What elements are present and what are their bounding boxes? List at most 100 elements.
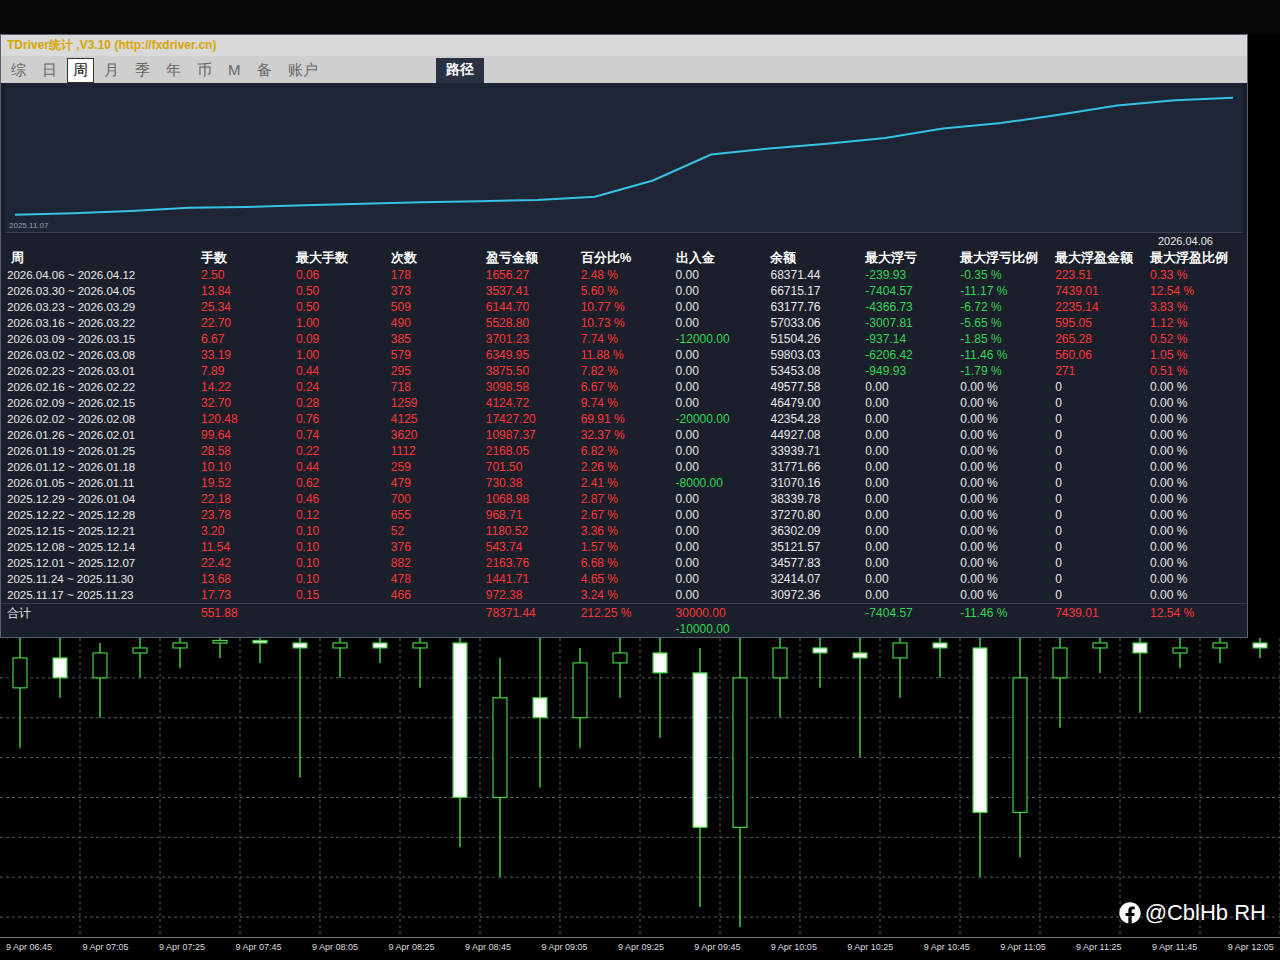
table-cell: 17427.20: [482, 411, 577, 427]
candle-body: [453, 643, 467, 797]
table-row: 2026.01.05 ~ 2026.01.1119.520.62479730.3…: [1, 475, 1247, 491]
equity-chart: 2025.11.07: [5, 83, 1243, 233]
time-label: 9 Apr 09:45: [694, 942, 740, 952]
grid-line: [0, 877, 1280, 878]
table-cell: 0.00: [861, 475, 956, 491]
table-cell: 36302.09: [766, 523, 861, 539]
period-cell: 2026.02.23 ~ 2026.03.01: [7, 363, 197, 379]
table-cell: 0.00: [672, 347, 767, 363]
table-header: 周手数最大手数次数盈亏金额百分比%出入金余额最大浮亏最大浮亏比例最大浮盈金额最大…: [1, 247, 1247, 267]
time-label: 9 Apr 10:25: [847, 942, 893, 952]
tab[interactable]: 账户: [282, 58, 324, 83]
table-cell: 38339.78: [766, 491, 861, 507]
table-cell: 385: [387, 331, 482, 347]
table-cell: 0.00: [672, 283, 767, 299]
statistics-panel: TDriver统计 ,V3.10 (http://fxdriver.cn)综日周…: [0, 34, 1248, 638]
tab[interactable]: 月: [98, 58, 125, 83]
table-cell: 0.15: [292, 587, 387, 603]
table-cell: 1656.27: [482, 267, 577, 283]
candle: [693, 648, 707, 907]
table-cell: -11.17 %: [956, 283, 1051, 299]
tab[interactable]: 综: [5, 58, 32, 83]
table-cell: 0: [1051, 475, 1146, 491]
period-cell: 2026.01.12 ~ 2026.01.18: [7, 459, 197, 475]
table-cell: 30000.00-10000.00: [672, 605, 767, 637]
table-cell: 0.46: [292, 491, 387, 507]
candle-body: [573, 663, 587, 718]
candle-body: [173, 643, 187, 648]
grid-line: [240, 638, 241, 937]
table-cell: 9.74 %: [577, 395, 672, 411]
candle-wick: [379, 638, 381, 663]
tab[interactable]: 日: [36, 58, 63, 83]
table-cell: -8000.00: [672, 475, 767, 491]
grid-line: [480, 638, 481, 937]
table-cell: -937.14: [861, 331, 956, 347]
table-cell: 7.74 %: [577, 331, 672, 347]
column-header: 最大浮亏比例: [956, 249, 1051, 267]
tab[interactable]: M: [222, 58, 247, 83]
candle: [973, 638, 987, 877]
table-cell: 4124.72: [482, 395, 577, 411]
table-cell: 3098.58: [482, 379, 577, 395]
table-cell: 0.00 %: [956, 539, 1051, 555]
table-cell: 1441.71: [482, 571, 577, 587]
candle-body: [1093, 643, 1107, 648]
table-row: 2025.12.15 ~ 2025.12.213.200.10521180.52…: [1, 523, 1247, 539]
table-cell: 718: [387, 379, 482, 395]
candle: [733, 638, 747, 927]
table-cell: 0.00: [672, 555, 767, 571]
table-cell: 2.67 %: [577, 507, 672, 523]
table-cell: 0: [1051, 571, 1146, 587]
table-cell: -7404.57: [861, 283, 956, 299]
table-cell: 13.68: [197, 571, 292, 587]
table-cell: 31771.66: [766, 459, 861, 475]
tab[interactable]: 季: [129, 58, 156, 83]
time-label: 9 Apr 11:25: [1076, 942, 1121, 952]
grid-line: [800, 638, 801, 937]
candle-wick: [819, 638, 821, 688]
table-cell: 0.00: [861, 555, 956, 571]
tab[interactable]: 年: [160, 58, 187, 83]
table-cell: 69.91 %: [577, 411, 672, 427]
table-row: 2025.11.24 ~ 2025.11.3013.680.104781441.…: [1, 571, 1247, 587]
table-cell: 0.00 %: [1146, 427, 1241, 443]
table-cell: 295: [387, 363, 482, 379]
table-cell: 0.28: [292, 395, 387, 411]
table-cell: 35121.57: [766, 539, 861, 555]
candle-body: [53, 658, 67, 678]
table-cell: 0.00 %: [1146, 411, 1241, 427]
candle-body: [773, 648, 787, 678]
candle-wick: [299, 638, 301, 778]
tab[interactable]: 周: [67, 58, 94, 83]
period-cell: 2025.11.17 ~ 2025.11.23: [7, 587, 197, 603]
candle: [133, 638, 147, 678]
column-header: 最大手数: [292, 249, 387, 267]
table-cell: 0.00: [672, 427, 767, 443]
table-cell: 0.00 %: [956, 443, 1051, 459]
table-cell: 0.00: [672, 507, 767, 523]
table-cell: 509: [387, 299, 482, 315]
grid-line: [400, 638, 401, 937]
table-cell: 0.00 %: [1146, 459, 1241, 475]
period-cell: 2026.03.30 ~ 2026.04.05: [7, 283, 197, 299]
tab[interactable]: 备: [251, 58, 278, 83]
table-cell: 4125: [387, 411, 482, 427]
table-cell: 0.24: [292, 379, 387, 395]
table-cell: 0.00 %: [1146, 539, 1241, 555]
time-axis: 9 Apr 06:459 Apr 07:059 Apr 07:259 Apr 0…: [0, 937, 1280, 960]
table-cell: -1.79 %: [956, 363, 1051, 379]
table-cell: 0.00 %: [956, 459, 1051, 475]
table-row: 2026.03.16 ~ 2026.03.2222.701.004905528.…: [1, 315, 1247, 331]
candlestick-chart: [0, 638, 1280, 937]
grid-line: [0, 677, 1280, 678]
table-cell: 6.67: [197, 331, 292, 347]
table-cell: 376: [387, 539, 482, 555]
table-cell: 0.00 %: [1146, 475, 1241, 491]
path-button[interactable]: 路径: [436, 58, 484, 83]
table-cell: 0: [1051, 443, 1146, 459]
time-label: 9 Apr 09:05: [541, 942, 587, 952]
period-cell: 2026.01.19 ~ 2026.01.25: [7, 443, 197, 459]
tab[interactable]: 币: [191, 58, 218, 83]
candle-body: [533, 698, 547, 718]
